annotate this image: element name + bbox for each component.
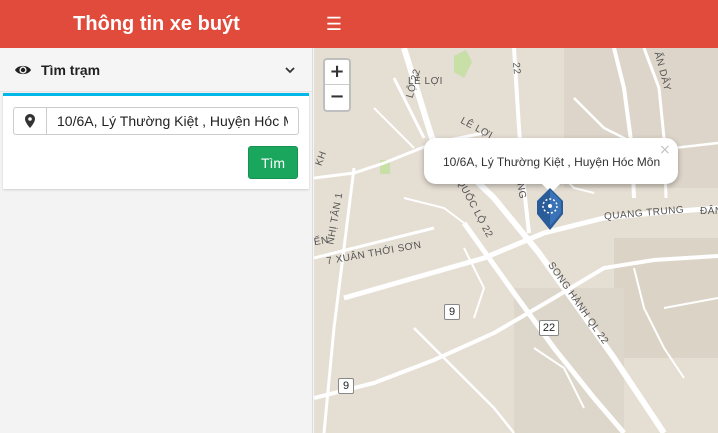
app-title: Thông tin xe buýt bbox=[73, 13, 240, 35]
address-popup: 10/6A, Lý Thường Kiệt , Huyện Hóc Môn × bbox=[424, 138, 678, 193]
map-label-dan: ĐÂN bbox=[700, 206, 718, 217]
route-shield-9b: 9 bbox=[338, 378, 354, 394]
zoom-in-button[interactable]: + bbox=[325, 60, 349, 85]
find-stop-panel-header[interactable]: Tìm trạm bbox=[0, 48, 312, 92]
bus-stop-marker-icon[interactable] bbox=[536, 188, 564, 230]
chevron-down-icon[interactable] bbox=[284, 64, 296, 76]
eye-icon bbox=[15, 65, 31, 75]
sidebar: Tìm trạm Tìm bbox=[0, 48, 313, 433]
map-label-le-loi-top: LÊ LỢI bbox=[408, 76, 443, 87]
map-label-p22: 22 bbox=[510, 61, 523, 76]
zoom-control: + − bbox=[323, 58, 351, 112]
panel-title: Tìm trạm bbox=[41, 62, 101, 78]
search-card: Tìm bbox=[3, 93, 309, 189]
top-navbar: Thông tin xe buýt ☰ bbox=[0, 0, 718, 48]
address-input[interactable] bbox=[46, 107, 299, 135]
map-base bbox=[314, 48, 718, 433]
map-marker-icon bbox=[25, 114, 35, 128]
route-shield-9a: 9 bbox=[444, 304, 460, 320]
route-shield-22: 22 bbox=[539, 320, 559, 336]
zoom-out-button[interactable]: − bbox=[325, 85, 349, 110]
find-button[interactable]: Tìm bbox=[248, 146, 298, 179]
close-icon[interactable]: × bbox=[659, 142, 671, 158]
hamburger-icon[interactable]: ☰ bbox=[322, 12, 346, 36]
address-addon bbox=[13, 107, 47, 135]
map-view[interactable]: LỘ 22 LÊ LỢI LÊ LỢI 22 SONG QUỐC LỘ 22 Q… bbox=[314, 48, 718, 433]
popup-text: 10/6A, Lý Thường Kiệt , Huyện Hóc Môn bbox=[443, 155, 661, 169]
